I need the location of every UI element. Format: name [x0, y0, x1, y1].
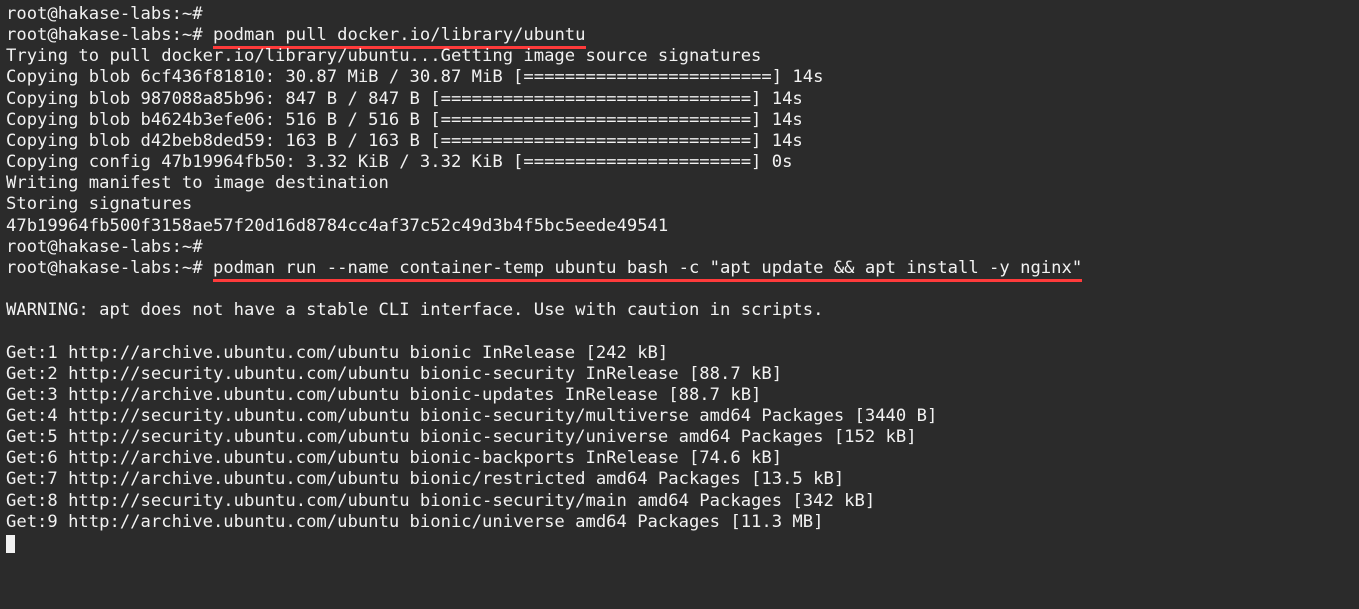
output-line: Get:7 http://archive.ubuntu.com/ubuntu b…: [6, 469, 844, 489]
prompt: root@hakase-labs:~#: [6, 237, 203, 257]
output-line: Get:6 http://archive.ubuntu.com/ubuntu b…: [6, 448, 782, 468]
terminal-output[interactable]: root@hakase-labs:~# root@hakase-labs:~# …: [0, 0, 1359, 558]
output-line: Copying blob d42beb8ded59: 163 B / 163 B…: [6, 131, 803, 151]
output-line: 47b19964fb500f3158ae57f20d16d8784cc4af37…: [6, 216, 668, 236]
output-line: Copying config 47b19964fb50: 3.32 KiB / …: [6, 152, 792, 172]
output-line: Copying blob 6cf436f81810: 30.87 MiB / 3…: [6, 67, 823, 87]
cursor: [6, 535, 15, 553]
output-line: Copying blob 987088a85b96: 847 B / 847 B…: [6, 89, 803, 109]
output-line: Get:1 http://archive.ubuntu.com/ubuntu b…: [6, 343, 668, 363]
output-line: Get:8 http://security.ubuntu.com/ubuntu …: [6, 491, 875, 511]
output-line: Trying to pull docker.io/library/ubuntu.…: [6, 46, 761, 66]
prompt: root@hakase-labs:~#: [6, 4, 203, 24]
prompt: root@hakase-labs:~#: [6, 25, 203, 45]
command-run: podman run --name container-temp ubuntu …: [213, 258, 1082, 282]
output-line: Storing signatures: [6, 194, 192, 214]
output-line: Copying blob b4624b3efe06: 516 B / 516 B…: [6, 110, 803, 130]
output-line: WARNING: apt does not have a stable CLI …: [6, 300, 823, 320]
output-line: Get:3 http://archive.ubuntu.com/ubuntu b…: [6, 385, 761, 405]
output-line: Get:4 http://security.ubuntu.com/ubuntu …: [6, 406, 937, 426]
output-line: Writing manifest to image destination: [6, 173, 389, 193]
output-line: Get:2 http://security.ubuntu.com/ubuntu …: [6, 364, 782, 384]
output-line: Get:9 http://archive.ubuntu.com/ubuntu b…: [6, 512, 823, 532]
prompt: root@hakase-labs:~#: [6, 258, 203, 278]
output-line: Get:5 http://security.ubuntu.com/ubuntu …: [6, 427, 917, 447]
